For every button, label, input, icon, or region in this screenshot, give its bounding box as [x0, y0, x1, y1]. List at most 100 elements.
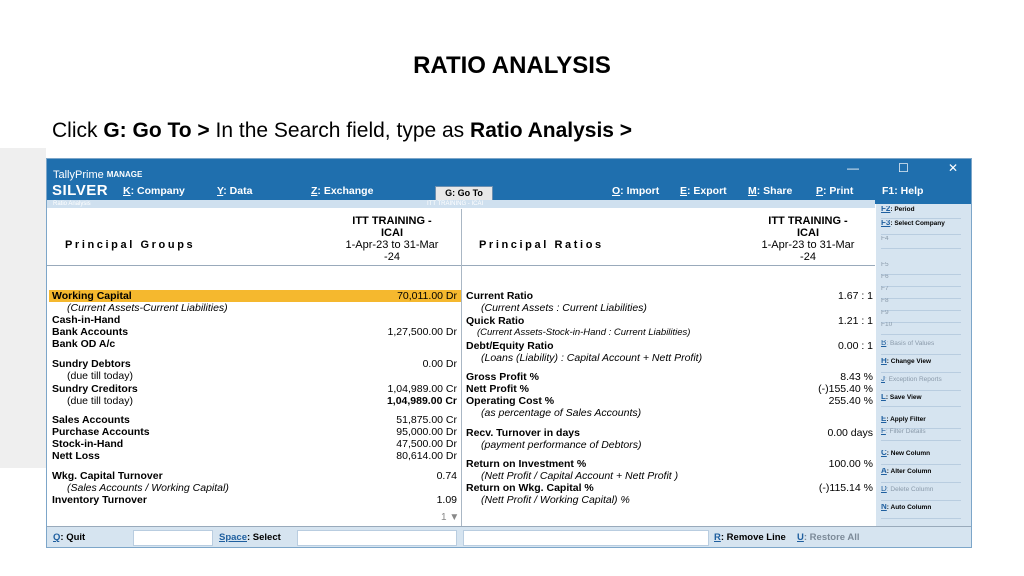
sidebar-f4[interactable]: F4 [881, 236, 961, 249]
footer-empty-slot [133, 530, 213, 546]
footer-bar: Q: Quit Space: Select R: Remove Line U: … [47, 526, 971, 547]
ratio-operating-cost[interactable]: Operating Cost % [466, 395, 554, 407]
ratio-quick-ratio[interactable]: Quick Ratio [466, 315, 524, 327]
brand-edition: SILVER [52, 182, 109, 199]
menu-data[interactable]: Y: Data [217, 185, 252, 197]
sidebar-alter-column[interactable]: A: Alter Column [881, 468, 961, 483]
principal-ratios-heading: Principal Ratios [479, 239, 604, 251]
sidebar-select-company[interactable]: F3: Select Company [881, 220, 961, 235]
breadcrumb: Ratio Analysis ITT TRAINING - ICAI [47, 200, 875, 208]
button-sidebar: F2: Period F3: Select Company F4 F5 F6 F… [876, 204, 971, 547]
breadcrumb-report: Ratio Analysis [53, 201, 91, 207]
sundry-debtors-note: (due till today) [67, 370, 133, 382]
slide-title: RATIO ANALYSIS [413, 52, 611, 79]
ratio-nett-profit[interactable]: Nett Profit % [466, 383, 529, 395]
value-nett-loss: 80,614.00 Dr [396, 450, 457, 462]
group-bank-od[interactable]: Bank OD A/c [52, 338, 115, 350]
title-bar: TallyPrime MANAGE SILVER K: Company Y: Da… [47, 159, 971, 208]
value-current-ratio: 1.67 : 1 [837, 290, 873, 302]
value-gross-profit: 8.43 % [840, 371, 873, 383]
value-recv-turnover: 0.00 days [827, 427, 873, 439]
value-stock-in-hand: 47,500.00 Dr [396, 438, 457, 450]
minimize-icon[interactable]: — [847, 161, 859, 175]
ratio-current-ratio[interactable]: Current Ratio [466, 290, 533, 302]
ratio-gross-profit[interactable]: Gross Profit % [466, 371, 539, 383]
sidebar-f10[interactable]: F10 [881, 322, 961, 335]
group-bank-accounts[interactable]: Bank Accounts [52, 326, 128, 338]
group-inventory-turnover[interactable]: Inventory Turnover [52, 494, 147, 506]
footer-empty-slot [297, 530, 457, 546]
sidebar-delete-column[interactable]: D: Delete Column [881, 486, 961, 501]
sidebar-save-view[interactable]: L: Save View [881, 394, 961, 407]
formula-current-ratio: (Current Assets : Current Liabilities) [481, 302, 647, 314]
group-working-capital[interactable]: Working Capital [52, 290, 132, 302]
menu-print[interactable]: P: Print [816, 185, 853, 197]
sidebar-exception-reports[interactable]: J: Exception Reports [881, 376, 961, 391]
sidebar-basis-of-values[interactable]: B: Basis of Values [881, 340, 961, 355]
value-operating-cost: 255.40 % [828, 395, 873, 407]
value-sundry-creditors: 1,04,989.00 Cr [387, 383, 457, 395]
group-sundry-debtors[interactable]: Sundry Debtors [52, 358, 131, 370]
value-return-on-investment: 100.00 % [828, 458, 873, 470]
close-icon[interactable]: ✕ [948, 161, 958, 175]
value-working-capital: 70,011.00 Dr [397, 290, 457, 302]
sidebar-filter-details[interactable]: F: Filter Details [881, 428, 961, 441]
formula-return-on-investment: (Nett Profit / Capital Account + Nett Pr… [481, 470, 679, 482]
remove-line-button[interactable]: R: Remove Line [714, 530, 786, 546]
value-creditors-due: 1,04,989.00 Cr [386, 395, 457, 407]
menu-import[interactable]: O: Import [612, 185, 659, 197]
value-inventory-turnover: 1.09 [436, 494, 457, 506]
formula-operating-cost: (as percentage of Sales Accounts) [481, 407, 642, 419]
sidebar-new-column[interactable]: C: New Column [881, 450, 961, 465]
value-purchase-accounts: 95,000.00 Dr [396, 426, 457, 438]
footer-empty-slot [463, 530, 709, 546]
menu-export[interactable]: E: Export [680, 185, 727, 197]
company-period-left: ITT TRAINING - ICAI 1-Apr-23 to 31-Mar -24 [345, 215, 439, 263]
instruction-text: Click G: Go To > In the Search field, ty… [52, 119, 633, 142]
value-debt-equity: 0.00 : 1 [837, 340, 873, 352]
ratio-return-on-investment[interactable]: Return on Investment % [466, 458, 586, 470]
formula-return-on-wkg-capital: (Nett Profit / Working Capital) % [481, 494, 630, 506]
menu-exchange[interactable]: Z: Exchange [311, 185, 373, 197]
column-divider [461, 209, 462, 526]
formula-recv-turnover: (payment performance of Debtors) [481, 439, 642, 451]
value-nett-profit: (-)155.40 % [818, 383, 873, 395]
group-nett-loss[interactable]: Nett Loss [52, 450, 100, 462]
value-bank-accounts: 1,27,500.00 Dr [387, 326, 457, 338]
ratio-return-on-wkg-capital[interactable]: Return on Wkg. Capital % [466, 482, 594, 494]
value-return-on-wkg-capital: (-)115.14 % [818, 482, 873, 494]
ratio-recv-turnover[interactable]: Recv. Turnover in days [466, 427, 580, 439]
sidebar-change-view[interactable]: H: Change View [881, 358, 961, 373]
goto-button[interactable]: G: Go To [435, 186, 493, 201]
formula-working-capital: (Current Assets-Current Liabilities) [67, 302, 228, 314]
menu-share[interactable]: M: Share [748, 185, 792, 197]
principal-groups-heading: Principal Groups [65, 239, 196, 251]
value-sales-accounts: 51,875.00 Cr [396, 414, 457, 426]
quit-button[interactable]: Q: Quit [53, 530, 85, 546]
group-cash-in-hand[interactable]: Cash-in-Hand [52, 314, 120, 326]
value-sundry-debtors: 0.00 Dr [422, 358, 457, 370]
group-sales-accounts[interactable]: Sales Accounts [52, 414, 130, 426]
page-indicator[interactable]: 1 ▼ [441, 512, 459, 523]
maximize-icon[interactable]: ☐ [898, 161, 909, 175]
tally-window: TallyPrime MANAGE SILVER K: Company Y: Da… [46, 158, 972, 548]
sidebar-period[interactable]: F2: Period [881, 206, 961, 219]
group-stock-in-hand[interactable]: Stock-in-Hand [52, 438, 123, 450]
menu-help[interactable]: F1: Help [882, 185, 923, 197]
menu-company[interactable]: K: Company [123, 185, 185, 197]
formula-quick-ratio: (Current Assets-Stock-in-Hand : Current … [477, 327, 691, 338]
group-wkg-capital-turnover[interactable]: Wkg. Capital Turnover [52, 470, 163, 482]
select-button[interactable]: Space: Select [219, 530, 281, 546]
value-wkg-capital-turnover: 0.74 [436, 470, 457, 482]
sidebar-auto-column[interactable]: N: Auto Column [881, 504, 961, 519]
breadcrumb-company: ITT TRAINING - ICAI [427, 201, 484, 207]
ratio-debt-equity[interactable]: Debt/Equity Ratio [466, 340, 554, 352]
background-shade [0, 148, 46, 468]
formula-wkg-capital-turnover: (Sales Accounts / Working Capital) [67, 482, 229, 494]
group-purchase-accounts[interactable]: Purchase Accounts [52, 426, 150, 438]
sundry-creditors-note: (due till today) [67, 395, 133, 407]
group-sundry-creditors[interactable]: Sundry Creditors [52, 383, 138, 395]
value-quick-ratio: 1.21 : 1 [837, 315, 873, 327]
company-period-right: ITT TRAINING - ICAI 1-Apr-23 to 31-Mar -24 [761, 215, 855, 263]
restore-all-button[interactable]: U: Restore All [797, 530, 859, 546]
